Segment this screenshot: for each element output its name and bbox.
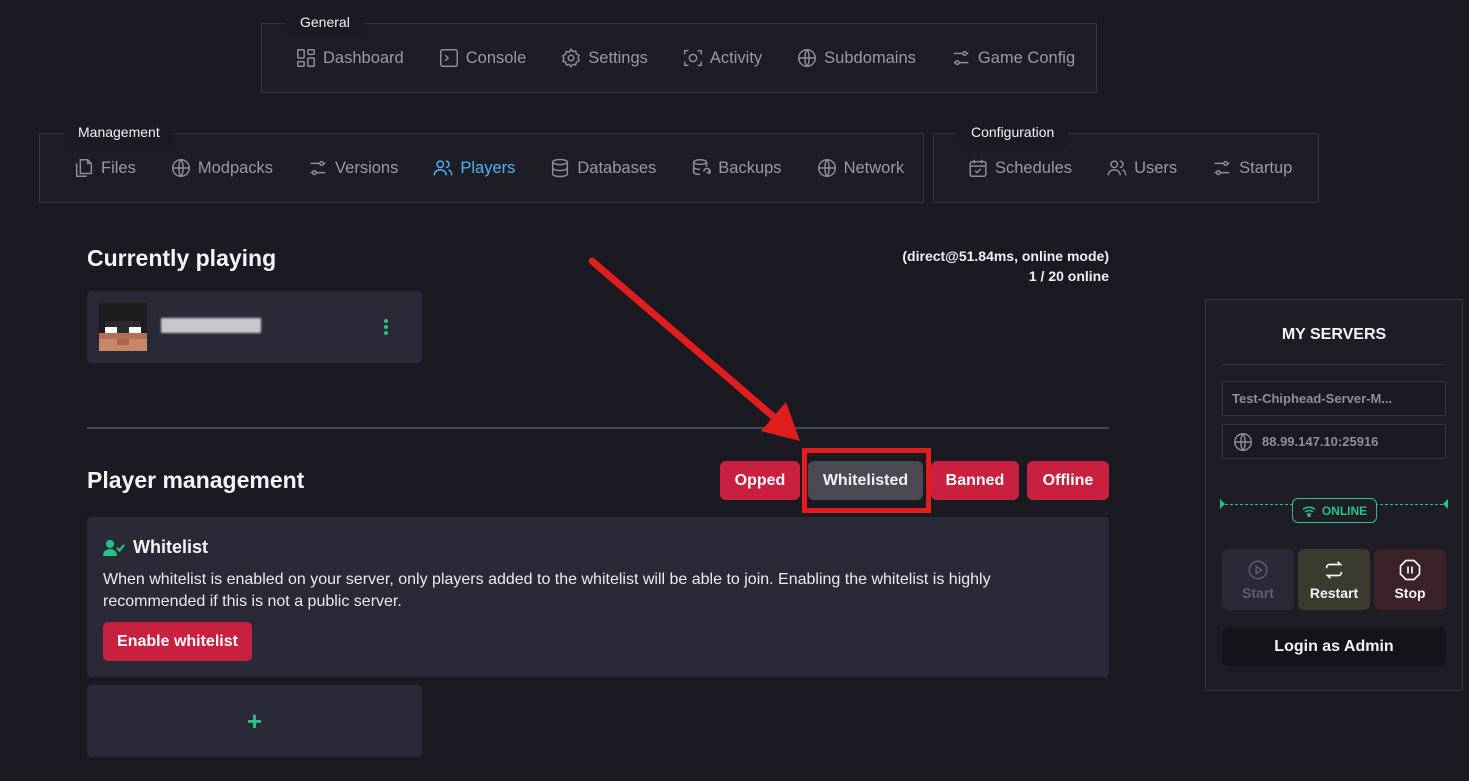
my-servers-sidebar: MY SERVERS Test-Chiphead-Server-M... 88.…	[1205, 299, 1463, 691]
status-line-right-cap	[1443, 499, 1448, 509]
nav-item-databases[interactable]: Databases	[549, 157, 656, 179]
nav-group-general: General Dashboard Console Settings Activ…	[261, 8, 1097, 93]
nav-item-dashboard[interactable]: Dashboard	[295, 47, 404, 69]
nav-item-modpacks[interactable]: Modpacks	[170, 157, 273, 179]
nav-group-title: General	[286, 8, 364, 36]
status-line-left-cap	[1220, 499, 1225, 509]
player-card	[87, 291, 422, 363]
nav-item-startup[interactable]: Startup	[1211, 157, 1292, 179]
connection-info: (direct@51.84ms, online mode)	[902, 248, 1109, 264]
nav-item-label: Dashboard	[323, 48, 404, 67]
nav-group-title: Configuration	[957, 118, 1069, 146]
play-icon	[1248, 560, 1268, 579]
login-as-admin-button[interactable]: Login as Admin	[1222, 627, 1446, 666]
gear-icon	[560, 47, 582, 69]
nav-item-game-config[interactable]: Game Config	[950, 47, 1075, 69]
nav-item-label: Backups	[718, 158, 782, 177]
nav-item-label: Activity	[709, 48, 763, 67]
nav-item-label: Players	[460, 158, 516, 177]
restart-label: Restart	[1309, 584, 1359, 601]
my-servers-title: MY SERVERS	[1281, 326, 1387, 343]
nav-group-configuration: Configuration Schedules Users Startup	[933, 118, 1319, 203]
tab-offline[interactable]: Offline	[1027, 461, 1109, 500]
enable-whitelist-button[interactable]: Enable whitelist	[103, 622, 252, 661]
nav-item-label: Versions	[335, 158, 399, 177]
status-badge: ONLINE	[1292, 498, 1377, 523]
annotation-highlight-box	[802, 448, 931, 513]
nav-item-label: Settings	[588, 48, 648, 67]
nav-item-users[interactable]: Users	[1106, 157, 1177, 179]
nav-item-label: Subdomains	[824, 48, 916, 67]
nav-item-players[interactable]: Players	[432, 157, 515, 179]
server-name: Test-Chiphead-Server-M...	[1232, 391, 1393, 406]
whitelist-description: When whitelist is enabled on your server…	[103, 571, 991, 610]
nav-item-files[interactable]: Files	[73, 157, 136, 179]
player-avatar	[99, 303, 147, 351]
nav-item-label: Startup	[1239, 158, 1293, 177]
users-icon	[432, 157, 454, 179]
activity-icon	[682, 47, 704, 69]
restart-button[interactable]: Restart	[1298, 549, 1370, 610]
dashboard-icon	[295, 47, 317, 69]
start-button[interactable]: Start	[1222, 549, 1294, 610]
server-address: 88.99.147.10:25916	[1262, 434, 1379, 449]
start-label: Start	[1242, 584, 1274, 601]
currently-playing-title: Currently playing	[87, 245, 277, 271]
player-name-redacted	[161, 318, 261, 333]
stop-label: Stop	[1394, 585, 1426, 601]
nav-item-backups[interactable]: Backups	[690, 157, 782, 179]
nav-item-label: Game Config	[977, 48, 1076, 67]
more-options-icon[interactable]	[384, 319, 388, 335]
server-address-field[interactable]: 88.99.147.10:25916	[1222, 424, 1446, 459]
tab-opped[interactable]: Opped	[720, 461, 800, 500]
whitelist-title-label: Whitelist	[133, 537, 208, 557]
stop-button[interactable]: Stop	[1374, 549, 1446, 610]
users-icon	[1106, 157, 1128, 179]
plus-icon: +	[246, 705, 263, 736]
nav-item-subdomains[interactable]: Subdomains	[796, 47, 916, 69]
nav-item-activity[interactable]: Activity	[682, 47, 762, 69]
restart-icon	[1325, 560, 1343, 579]
sliders-icon	[1211, 157, 1233, 179]
calendar-icon	[967, 157, 989, 179]
nav-item-label: Modpacks	[197, 158, 274, 177]
nav-item-settings[interactable]: Settings	[560, 47, 648, 69]
nav-item-schedules[interactable]: Schedules	[967, 157, 1072, 179]
sliders-icon	[307, 157, 329, 179]
nav-item-versions[interactable]: Versions	[307, 157, 398, 179]
tab-banned[interactable]: Banned	[931, 461, 1019, 500]
console-icon	[438, 47, 460, 69]
nav-item-label: Files	[101, 158, 136, 177]
nav-group-title: Management	[64, 118, 174, 146]
nav-item-label: Databases	[577, 158, 657, 177]
whitelist-panel: Whitelist When whitelist is enabled on y…	[87, 517, 1109, 677]
whitelist-title: Whitelist	[103, 537, 208, 558]
nav-item-console[interactable]: Console	[438, 47, 527, 69]
nav-item-label: Console	[465, 48, 527, 67]
nav-group-management: Management Files Modpacks Versions Playe…	[39, 118, 924, 203]
database-icon	[549, 157, 571, 179]
nav-item-label: Schedules	[995, 158, 1073, 177]
globe-icon	[170, 157, 192, 179]
nav-item-label: Network	[843, 158, 905, 177]
divider	[1222, 364, 1446, 365]
files-icon	[73, 157, 95, 179]
connection-stats: (direct@51.84ms, online mode) 1 / 20 onl…	[902, 246, 1109, 286]
online-count: 1 / 20 online	[1028, 268, 1109, 284]
player-management-title: Player management	[87, 467, 305, 493]
globe-icon	[1234, 432, 1252, 451]
nav-item-network[interactable]: Network	[816, 157, 905, 179]
user-check-icon	[103, 539, 125, 556]
globe-icon	[796, 47, 818, 69]
status-text: ONLINE	[1321, 503, 1368, 518]
add-player-button[interactable]: +	[87, 685, 422, 757]
stop-icon	[1399, 559, 1421, 581]
wifi-icon	[1302, 505, 1316, 517]
globe-icon	[816, 157, 838, 179]
nav-item-label: Users	[1134, 158, 1178, 177]
sliders-icon	[950, 47, 972, 69]
section-divider	[87, 427, 1109, 429]
backup-icon	[690, 157, 712, 179]
server-name-field[interactable]: Test-Chiphead-Server-M...	[1222, 381, 1446, 416]
